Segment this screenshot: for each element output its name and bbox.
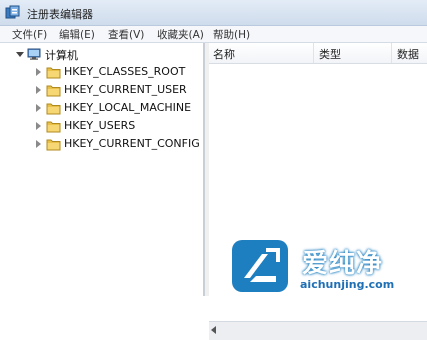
tree-node-label: 计算机 <box>45 49 78 62</box>
folder-icon <box>46 121 61 133</box>
folder-icon <box>46 67 61 79</box>
folder-icon <box>46 139 61 151</box>
list-header: 名称 类型 数据 <box>209 43 427 64</box>
folder-icon <box>46 103 61 115</box>
horizontal-scrollbar[interactable] <box>209 321 427 340</box>
menu-favorites[interactable]: 收藏夹(A) <box>157 27 204 42</box>
title-bar: 注册表编辑器 <box>0 0 427 26</box>
collapsed-arrow-icon[interactable] <box>36 86 41 94</box>
column-header-name[interactable]: 名称 <box>213 46 235 62</box>
computer-icon <box>27 48 41 60</box>
watermark-text: 爱纯净 <box>302 249 384 279</box>
scroll-left-icon[interactable] <box>211 326 216 334</box>
watermark-url: aichunjing.com <box>300 278 395 291</box>
collapsed-arrow-icon[interactable] <box>36 68 41 76</box>
column-header-type[interactable]: 类型 <box>319 46 341 62</box>
menu-file[interactable]: 文件(F) <box>12 27 47 42</box>
column-separator[interactable] <box>313 43 314 63</box>
tree-node-computer[interactable]: 计算机 <box>16 46 196 63</box>
menu-bar: 文件(F) 编辑(E) 查看(V) 收藏夹(A) 帮助(H) <box>0 26 427 43</box>
column-header-data[interactable]: 数据 <box>397 46 419 62</box>
collapsed-arrow-icon[interactable] <box>36 104 41 112</box>
registry-tree[interactable]: 计算机 HKEY_CLASSES_ROOT HKEY_CURRENT_USER … <box>5 43 204 296</box>
regedit-icon <box>5 5 20 19</box>
window-title: 注册表编辑器 <box>27 8 93 21</box>
collapsed-arrow-icon[interactable] <box>36 140 41 148</box>
menu-view[interactable]: 查看(V) <box>108 27 144 42</box>
tree-node-label: HKEY_CURRENT_USER <box>64 83 187 96</box>
tree-node-hkey-current-user[interactable]: HKEY_CURRENT_USER <box>35 82 200 99</box>
tree-node-label: HKEY_CURRENT_CONFIG <box>64 137 200 150</box>
expand-arrow-icon[interactable] <box>16 52 24 57</box>
collapsed-arrow-icon[interactable] <box>36 122 41 130</box>
tree-node-hkey-local-machine[interactable]: HKEY_LOCAL_MACHINE <box>35 100 200 117</box>
menu-help[interactable]: 帮助(H) <box>213 27 250 42</box>
tree-node-label: HKEY_USERS <box>64 119 136 132</box>
tree-node-hkey-classes-root[interactable]: HKEY_CLASSES_ROOT <box>35 64 200 81</box>
watermark-logo-icon <box>232 240 288 292</box>
tree-node-hkey-current-config[interactable]: HKEY_CURRENT_CONFIG <box>35 136 200 153</box>
column-separator[interactable] <box>391 43 392 63</box>
folder-icon <box>46 85 61 97</box>
menu-edit[interactable]: 编辑(E) <box>59 27 95 42</box>
tree-node-hkey-users[interactable]: HKEY_USERS <box>35 118 200 135</box>
tree-node-label: HKEY_CLASSES_ROOT <box>64 65 186 78</box>
watermark: 爱纯净 aichunjing.com <box>230 238 427 296</box>
tree-node-label: HKEY_LOCAL_MACHINE <box>64 101 192 114</box>
